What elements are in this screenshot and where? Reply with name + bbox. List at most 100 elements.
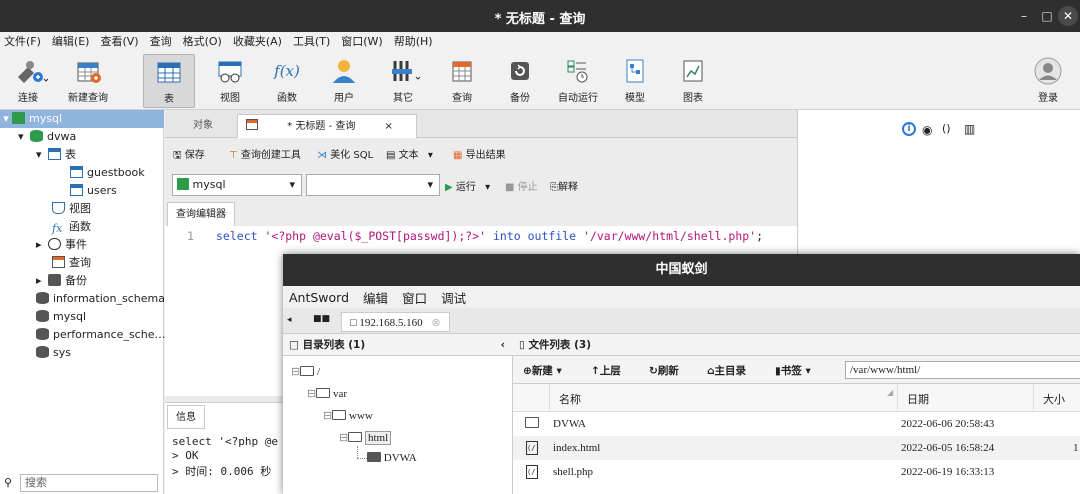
tree-item-users[interactable]: users bbox=[70, 182, 117, 200]
code-file-icon: ⟨/⟩ bbox=[526, 465, 540, 479]
tree-item-queries[interactable]: 查询 bbox=[52, 254, 91, 272]
new-button[interactable]: ⊕新建 ▾ bbox=[523, 363, 562, 378]
menu-edit[interactable]: 编辑 bbox=[363, 288, 388, 307]
chevron-down-icon: ▾ bbox=[427, 178, 433, 191]
save-label: 保存 bbox=[184, 150, 205, 161]
query-builder-button[interactable]: ⊤ 查询创建工具 bbox=[229, 146, 301, 161]
dir-node-html[interactable]: ⊟ html bbox=[339, 428, 392, 448]
menu-format[interactable]: 格式(O) bbox=[183, 33, 222, 49]
beautify-sql-button[interactable]: ⋊ 美化 SQL bbox=[317, 146, 373, 161]
column-name[interactable]: 名称 bbox=[559, 391, 581, 407]
menu-window[interactable]: 窗口 bbox=[402, 288, 427, 307]
minimize-icon[interactable]: – bbox=[1014, 6, 1034, 26]
search-input[interactable]: 搜索 bbox=[20, 474, 158, 492]
refresh-label: 刷新 bbox=[657, 365, 679, 377]
tab-host[interactable]: □ 192.168.5.160 ⊗ bbox=[341, 312, 450, 332]
collapse-icon[interactable]: ‹ bbox=[501, 334, 505, 356]
tree-item-sys[interactable]: sys bbox=[36, 344, 71, 362]
menu-debug[interactable]: 调试 bbox=[441, 288, 466, 307]
chart-button[interactable]: 图表 bbox=[667, 54, 719, 108]
connection-select[interactable]: mysql ▾ bbox=[172, 174, 302, 196]
file-toolbar: ⊕新建 ▾ ↑上层 ↻刷新 ⌂主目录 ▮书签 ▾ /var/www/html/ bbox=[513, 356, 1080, 384]
dir-node-www[interactable]: ⊟ www bbox=[323, 406, 373, 426]
tab-query[interactable]: * 无标题 - 查询 × bbox=[237, 114, 417, 138]
export-results-button[interactable]: ▦ 导出结果 bbox=[453, 146, 506, 161]
dir-node-var[interactable]: ⊟ var bbox=[307, 384, 347, 404]
login-button[interactable]: 登录 bbox=[1022, 54, 1074, 108]
refresh-icon: ↻ bbox=[649, 365, 658, 377]
stop-button[interactable]: ■ 停止 bbox=[505, 178, 538, 193]
tree-item-mysql-db[interactable]: mysql bbox=[36, 308, 86, 326]
database-icon bbox=[36, 310, 49, 322]
file-list-header: 名称 ◢ 日期 大小 bbox=[513, 384, 1080, 412]
text-button[interactable]: ▤ 文本 ▾ bbox=[386, 146, 433, 161]
chevron-left-icon[interactable]: ◂ bbox=[287, 315, 292, 325]
file-row[interactable]: ⟨/⟩ index.html 2022-06-05 16:58:24 1 bbox=[513, 436, 1080, 460]
table-button[interactable]: 表 bbox=[143, 54, 195, 108]
eye-icon[interactable]: ◉ bbox=[922, 123, 932, 137]
function-button[interactable]: f(x) 函数 bbox=[261, 54, 313, 108]
save-icon: 🖫 bbox=[173, 150, 182, 161]
query-button[interactable]: 查询 bbox=[436, 54, 488, 108]
tree-item-backups[interactable]: ▸ 备份 bbox=[36, 272, 87, 290]
tab-info[interactable]: 信息 bbox=[167, 405, 205, 429]
columns-icon[interactable]: ▥ bbox=[964, 122, 975, 136]
tab-objects[interactable]: 对象 bbox=[185, 114, 221, 138]
menu-view[interactable]: 查看(V) bbox=[100, 33, 138, 49]
dir-node-root[interactable]: ⊟ / bbox=[291, 362, 320, 382]
chevron-down-icon: ▾ bbox=[427, 150, 433, 161]
column-size[interactable]: 大小 bbox=[1043, 391, 1065, 407]
tree-item-dvwa[interactable]: ▾ dvwa bbox=[18, 128, 76, 146]
home-button[interactable]: ⌂主目录 bbox=[707, 363, 746, 378]
close-tab-icon[interactable]: ⊗ bbox=[431, 317, 440, 329]
bookmark-button[interactable]: ▮书签 ▾ bbox=[775, 363, 811, 378]
menu-query[interactable]: 查询 bbox=[150, 33, 172, 49]
save-button[interactable]: 🖫 保存 bbox=[173, 146, 205, 165]
refresh-button[interactable]: ↻刷新 bbox=[649, 363, 679, 378]
autorun-button[interactable]: 自动运行 bbox=[552, 54, 604, 108]
tree-item-guestbook[interactable]: guestbook bbox=[70, 164, 145, 182]
tree-label: 事件 bbox=[65, 238, 87, 251]
tree-item-tables[interactable]: ▾ 表 bbox=[36, 146, 76, 164]
file-row[interactable]: ⟨/⟩ shell.php 2022-06-19 16:33:13 bbox=[513, 460, 1080, 484]
tab-grid-icon[interactable]: ■■ bbox=[313, 314, 330, 324]
close-tab-icon[interactable]: × bbox=[385, 121, 393, 132]
file-row[interactable]: DVWA 2022-06-06 20:58:43 bbox=[513, 412, 1080, 436]
menu-file[interactable]: 文件(F) bbox=[4, 33, 41, 49]
run-button[interactable]: ▶ 运行 ▾ bbox=[445, 178, 490, 193]
model-button[interactable]: 模型 bbox=[609, 54, 661, 108]
tree-toggle-icon: ⊟ bbox=[307, 388, 317, 400]
menu-favorites[interactable]: 收藏夹(A) bbox=[233, 33, 282, 49]
parentheses-icon[interactable]: () bbox=[942, 122, 951, 135]
file-size: 1 bbox=[1073, 442, 1079, 454]
explain-button[interactable]: ⎘解释 bbox=[550, 178, 578, 193]
tree-item-performance-schema[interactable]: performance_sche… bbox=[36, 326, 165, 344]
connect-button[interactable]: 连接 bbox=[2, 54, 54, 108]
menu-window[interactable]: 窗口(W) bbox=[341, 33, 382, 49]
autorun-icon bbox=[564, 57, 592, 85]
info-icon[interactable]: i bbox=[902, 122, 916, 136]
menu-edit[interactable]: 编辑(E) bbox=[52, 33, 90, 49]
menu-help[interactable]: 帮助(H) bbox=[394, 33, 433, 49]
path-input[interactable]: /var/www/html/ bbox=[845, 361, 1080, 379]
tree-item-information-schema[interactable]: information_schema bbox=[36, 290, 165, 308]
tab-query-editor[interactable]: 查询编辑器 bbox=[167, 202, 235, 226]
column-date[interactable]: 日期 bbox=[907, 391, 929, 407]
close-icon[interactable]: ✕ bbox=[1058, 6, 1078, 26]
view-button[interactable]: 视图 bbox=[204, 54, 256, 108]
dir-node-dvwa[interactable]: DVWA bbox=[367, 448, 417, 468]
other-button[interactable]: 其它 bbox=[377, 54, 429, 108]
menu-antsword[interactable]: AntSword bbox=[289, 290, 349, 305]
tree-item-events[interactable]: ▸ 事件 bbox=[36, 236, 87, 254]
tree-item-views[interactable]: 视图 bbox=[52, 200, 91, 218]
tree-item-functions[interactable]: fx 函数 bbox=[52, 218, 91, 236]
database-select[interactable]: ▾ bbox=[306, 174, 440, 196]
backup-button[interactable]: 备份 bbox=[494, 54, 546, 108]
user-button[interactable]: 用户 bbox=[318, 54, 370, 108]
bookmark-label: 书签 bbox=[780, 365, 802, 377]
menu-tools[interactable]: 工具(T) bbox=[293, 33, 330, 49]
maximize-icon[interactable]: □ bbox=[1037, 6, 1057, 26]
tree-item-mysql-connection[interactable]: ▾ mysql bbox=[0, 110, 164, 128]
new-query-button[interactable]: 新建查询 bbox=[60, 54, 116, 108]
up-button[interactable]: ↑上层 bbox=[591, 363, 621, 378]
